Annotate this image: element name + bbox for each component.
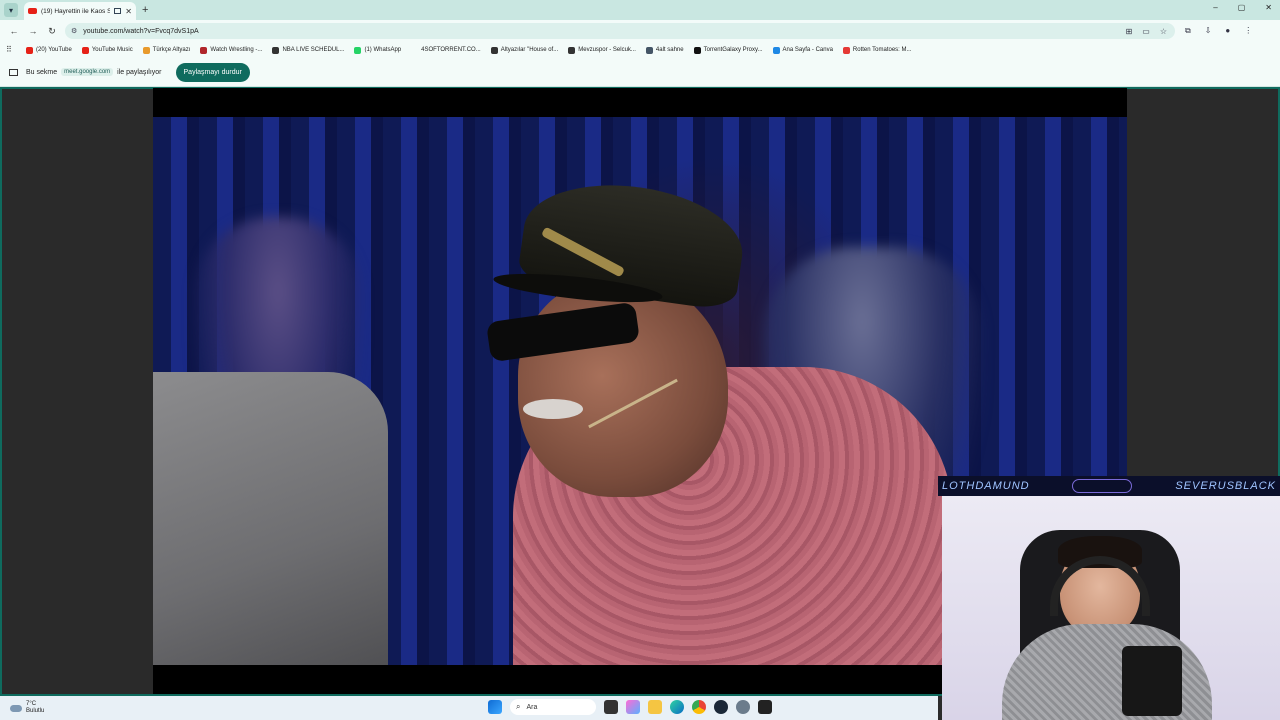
close-window-button[interactable]: ✕ [1265,3,1272,12]
settings-icon[interactable] [736,700,750,714]
search-placeholder: Ara [526,703,538,711]
bookmark-item[interactable]: Ana Sayfa - Canva [772,46,833,54]
chrome-icon[interactable] [692,700,706,714]
screen-share-banner: Bu sekme meet.google.com ile paylaşılıyo… [0,58,1280,87]
bookmark-item[interactable]: Watch Wrestling -... [200,46,263,54]
bookmark-favicon-icon [81,46,89,54]
moustache [523,399,583,419]
taskbar-search[interactable]: ⌕ Ara [510,699,596,715]
cloud-icon [10,704,22,712]
grey-jacket [153,372,388,665]
window-controls: – ▢ ✕ [1213,3,1272,12]
bookmark-item[interactable]: (20) YouTube [26,46,72,54]
maximize-button[interactable]: ▢ [1238,3,1246,12]
bookmark-item[interactable]: NBA LIVE SCHEDUL... [272,46,345,54]
windows-taskbar: 7°C Bulutlu ⌕ Ara [0,696,938,720]
share-domain: meet.google.com [61,68,114,76]
bookmark-label: Watch Wrestling -... [210,47,263,53]
app-icon[interactable] [758,700,772,714]
bookmark-favicon-icon [490,46,498,54]
webcam-feed [942,496,1280,720]
apps-grid-icon[interactable]: ⠿ [6,45,16,55]
share-prefix: Bu sekme [26,68,58,76]
bookmark-item[interactable]: Altyazılar "House of... [490,46,559,54]
back-arrow-icon[interactable]: ← [9,26,19,36]
copilot-icon[interactable] [626,700,640,714]
tab-strip: ▾ (19) Hayrettin ile Kaos Sho... ✕ + – ▢… [0,0,1280,20]
weather-widget[interactable]: 7°C Bulutlu [10,701,44,715]
bookmark-label: Ana Sayfa - Canva [782,47,833,53]
bookmark-label: YouTube Music [91,47,133,53]
bookmark-star-icon[interactable]: ☆ [1160,27,1167,36]
bookmark-label: (1) WhatsApp [364,47,402,53]
bookmark-favicon-icon [693,46,701,54]
browser-toolbar: ← → ↻ ⚙ youtube.com/watch?v=Fvcq7dvS1pA … [0,20,1280,42]
stop-sharing-button[interactable]: Paylaşmayı durdur [175,62,250,82]
bookmark-label: NBA LIVE SCHEDUL... [282,47,345,53]
webcam-right-name: SEVERUSBLACK [1175,480,1276,492]
search-icon: ⌕ [516,702,521,711]
bookmark-item[interactable]: YouTube Music [81,46,133,54]
task-view-icon[interactable] [604,700,618,714]
url-text[interactable]: youtube.com/watch?v=Fvcq7dvS1pA [83,28,1125,35]
edge-icon[interactable] [670,700,684,714]
forward-arrow-icon[interactable]: → [28,26,38,36]
bookmarks-bar: ⠿ (20) YouTube YouTube Music Türkçe Altyaz… [0,42,1280,58]
bookmark-favicon-icon [772,46,780,54]
new-tab-button[interactable]: + [142,4,148,16]
extensions-icon[interactable]: ⧉ [1185,26,1191,36]
bookmark-item[interactable]: Türkçe Altyazı [142,46,191,54]
bookmark-item[interactable]: 4alt sahne [645,46,684,54]
more-menu-icon[interactable]: ⋮ [1244,26,1252,36]
profile-icon[interactable]: ● [1225,26,1230,36]
bookmark-favicon-icon [200,46,208,54]
share-suffix: ile paylaşılıyor [117,68,162,76]
weather-temp: 7°C [26,701,37,707]
tab-close-icon[interactable]: ✕ [125,7,132,16]
bookmark-favicon-icon [411,46,419,54]
youtube-icon [28,8,37,14]
bookmark-item[interactable]: Rotten Tomatoes: M... [842,46,912,54]
tab-search-chevron-icon[interactable]: ▾ [4,3,18,17]
media-playing-icon [114,8,122,14]
bookmark-favicon-icon [26,46,33,54]
bookmark-label: Rotten Tomatoes: M... [852,47,912,53]
webcam-left-name: LOTHDAMUND [942,480,1030,492]
bookmark-label: (20) YouTube [36,47,72,53]
bookmark-favicon-icon [354,46,362,54]
webcam-name-strip: LOTHDAMUND SEVERUSBLACK [938,476,1280,496]
bookmark-favicon-icon [272,46,280,54]
file-explorer-icon[interactable] [648,700,662,714]
bookmark-favicon-icon [142,46,150,54]
bookmark-favicon-icon [645,46,653,54]
weather-desc: Bulutlu [26,708,45,714]
tab-active[interactable]: (19) Hayrettin ile Kaos Sho... ✕ [24,2,136,20]
minimize-button[interactable]: – [1213,3,1217,12]
cast-icon[interactable]: ▭ [1142,27,1150,36]
webcam-logo-icon [1072,479,1133,493]
bookmark-label: Altyazılar "House of... [500,47,559,53]
bookmark-favicon-icon [842,46,850,54]
bookmark-item[interactable]: 4SOFTORRENT.CO... [411,46,481,54]
tab-title: (19) Hayrettin ile Kaos Sho... [41,7,111,15]
site-info-icon[interactable]: ⚙ [71,27,77,35]
bookmark-item[interactable]: TorrentGalaxy Proxy... [693,46,763,54]
bookmark-item[interactable]: (1) WhatsApp [354,46,402,54]
bookmark-label: TorrentGalaxy Proxy... [703,47,763,53]
bookmark-label: 4SOFTORRENT.CO... [421,47,481,53]
steam-icon[interactable] [714,700,728,714]
windows-start-icon[interactable] [488,700,502,714]
reload-icon[interactable]: ↻ [47,26,57,37]
downloads-icon[interactable]: ⇩ [1205,26,1212,36]
address-bar[interactable]: ⚙ youtube.com/watch?v=Fvcq7dvS1pA ⊞ ▭ ☆ [65,23,1175,39]
bookmark-label: Türkçe Altyazı [152,47,191,53]
bookmark-label: 4alt sahne [655,47,684,53]
bookmark-label: Mevzuspor - Selcuk... [578,47,636,53]
screen-share-icon [9,68,18,76]
sweater-pocket [1122,646,1182,716]
bookmark-item[interactable]: Mevzuspor - Selcuk... [568,46,636,54]
translate-icon[interactable]: ⊞ [1126,27,1133,36]
bookmark-favicon-icon [568,46,576,54]
